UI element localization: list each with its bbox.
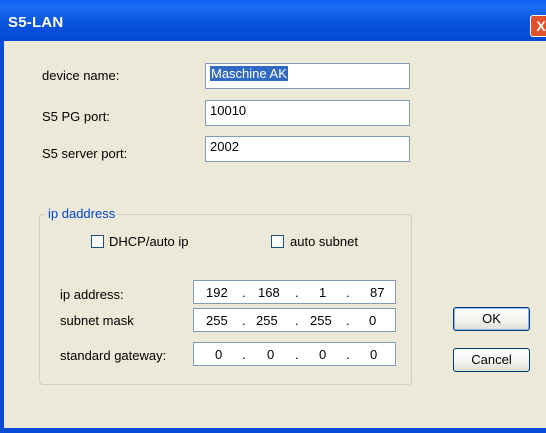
title-bar[interactable]: S5-LAN X (0, 0, 546, 41)
subnet-dot-2: . (295, 313, 299, 328)
subnet-octet-3: 255 (310, 313, 332, 328)
ip-address-label: ip address: (60, 287, 124, 302)
s5-server-port-value: 2002 (210, 139, 239, 154)
s5-pg-port-value: 10010 (210, 103, 247, 118)
subnet-mask-label: subnet mask (60, 313, 134, 328)
ok-button[interactable]: OK (453, 307, 530, 331)
ip-octet-1: 192 (206, 285, 228, 300)
s5-server-port-label: S5 server port: (42, 146, 128, 161)
subnet-dot-1: . (242, 313, 246, 328)
window-frame-left (0, 41, 4, 433)
ip-dot-1: . (242, 285, 246, 300)
s5-server-port-input[interactable]: 2002 (205, 136, 410, 162)
subnet-octet-4: 0 (369, 313, 377, 328)
s5-pg-port-input[interactable]: 10010 (205, 100, 410, 126)
ip-octet-2: 168 (258, 285, 280, 300)
ip-octet-4: 87 (370, 285, 385, 300)
subnet-dot-3: . (346, 313, 350, 328)
ip-dot-3: . (346, 285, 350, 300)
auto-subnet-label[interactable]: auto subnet (290, 234, 358, 249)
dhcp-label[interactable]: DHCP/auto ip (109, 234, 188, 249)
ip-address-input[interactable]: 192 . 168 . 1 . 87 (193, 280, 396, 304)
ip-octet-3: 1 (319, 285, 327, 300)
device-name-input[interactable]: Maschine AK (205, 63, 410, 89)
subnet-mask-input[interactable]: 255 . 255 . 255 . 0 (193, 308, 396, 332)
ip-dot-2: . (295, 285, 299, 300)
gateway-octet-2: 0 (267, 347, 275, 362)
device-name-value: Maschine AK (210, 66, 288, 81)
cancel-button[interactable]: Cancel (453, 348, 530, 372)
subnet-octet-2: 255 (256, 313, 278, 328)
window-title: S5-LAN (8, 14, 64, 31)
auto-subnet-checkbox[interactable] (271, 235, 284, 248)
subnet-octet-1: 255 (206, 313, 228, 328)
gateway-octet-3: 0 (319, 347, 327, 362)
gateway-dot-3: . (346, 347, 350, 362)
s5-pg-port-label: S5 PG port: (42, 109, 110, 124)
close-button[interactable]: X (530, 15, 546, 37)
gateway-dot-2: . (295, 347, 299, 362)
standard-gateway-input[interactable]: 0 . 0 . 0 . 0 (193, 342, 396, 366)
device-name-label: device name: (42, 68, 120, 83)
standard-gateway-label: standard gateway: (60, 348, 167, 363)
gateway-octet-1: 0 (215, 347, 223, 362)
gateway-octet-4: 0 (370, 347, 378, 362)
window-frame-bottom (0, 428, 546, 433)
ip-group-title: ip daddress (46, 206, 118, 221)
dhcp-checkbox[interactable] (91, 235, 104, 248)
gateway-dot-1: . (242, 347, 246, 362)
close-icon: X (536, 18, 546, 34)
